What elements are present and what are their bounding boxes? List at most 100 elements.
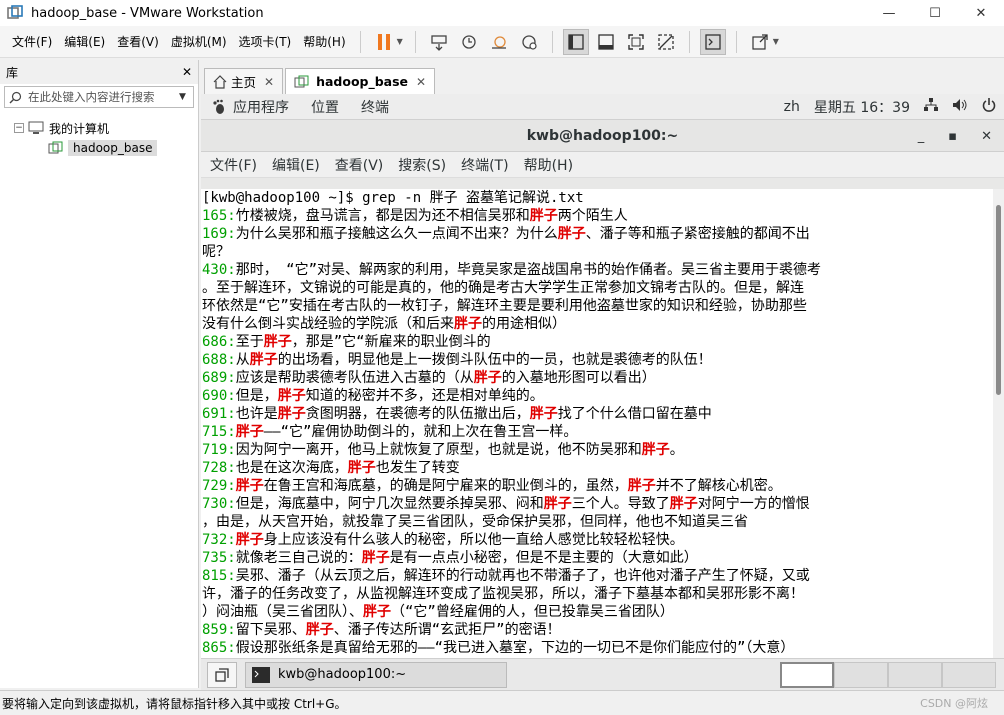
snapshot-icon[interactable] <box>456 29 482 55</box>
snapshot-manager-icon[interactable] <box>516 29 542 55</box>
match-highlight: 胖子 <box>543 496 572 512</box>
workspace-2[interactable] <box>834 661 888 688</box>
close-window-button[interactable]: ✕ <box>958 0 1004 26</box>
line-text: （“它”曾经雇佣的人，但已投靠吴三省团队） <box>391 604 674 620</box>
show-desktop-icon[interactable] <box>207 661 237 688</box>
workspace-1[interactable] <box>780 661 834 688</box>
term-menu-terminal[interactable]: 终端(T) <box>461 155 508 175</box>
menu-tabs[interactable]: 选项卡(T) <box>233 26 298 58</box>
match-highlight: 胖子 <box>627 478 656 494</box>
menu-vm[interactable]: 虚拟机(M) <box>165 26 233 58</box>
places-menu[interactable]: 位置 <box>311 97 339 117</box>
menu-file[interactable]: 文件(F) <box>6 26 58 58</box>
terminal-maximize-button[interactable]: ▪ <box>948 129 957 144</box>
terminal-title: kwb@hadoop100:~ <box>526 127 679 144</box>
terminal-scrollbar[interactable] <box>993 189 1004 659</box>
line-text: ）闷油瓶（吴三省团队）、 <box>202 604 363 620</box>
term-menu-search[interactable]: 搜索(S) <box>398 155 446 175</box>
line-number: 715: <box>202 424 236 440</box>
line-text: 三个人。导致了 <box>571 496 670 512</box>
taskbar-terminal-item[interactable]: kwb@hadoop100:~ <box>245 661 507 688</box>
line-text: 但是， <box>235 388 278 404</box>
tab-hadoop-base[interactable]: hadoop_base ✕ <box>285 68 436 94</box>
input-method[interactable]: zh <box>784 99 800 115</box>
chevron-down-icon[interactable]: ▼ <box>397 37 403 46</box>
workspace-4[interactable] <box>942 661 996 688</box>
terminal-line: 691:也许是胖子贪图明器，在裘德考的队伍撤出后，胖子找了个什么借口留在墓中 <box>202 405 993 423</box>
menu-view[interactable]: 查看(V) <box>111 26 165 58</box>
terminal-line: 169:为什么吴邪和瓶子接触这么久一点闻不出来？为什么胖子、潘子等和瓶子紧密接触… <box>202 225 993 243</box>
line-text: 的出场看，明显他是上一拨倒斗队伍中的一员，也就是裘德考的队伍！ <box>277 352 712 368</box>
term-menu-help[interactable]: 帮助(H) <box>524 155 573 175</box>
line-text: ，由是，从天宫开始，就投靠了吴三省团队，受命保护吴邪，但同样，他也不知道吴三省 <box>202 514 748 530</box>
thumbnail-view-icon[interactable] <box>593 29 619 55</box>
send-keys-icon[interactable] <box>426 29 452 55</box>
terminal-close-button[interactable]: ✕ <box>981 129 992 144</box>
scrollbar-thumb[interactable] <box>996 205 1001 395</box>
term-menu-file[interactable]: 文件(F) <box>210 155 257 175</box>
power-icon[interactable] <box>982 97 996 116</box>
workspace-3[interactable] <box>888 661 942 688</box>
maximize-button[interactable]: ☐ <box>912 0 958 26</box>
terminal-output[interactable]: [kwb@hadoop100 ~]$ grep -n 胖子 盗墓笔记解说.txt… <box>201 189 993 659</box>
terminal-titlebar: kwb@hadoop100:~ _ ▪ ✕ <box>201 120 1004 152</box>
close-tab-icon[interactable]: ✕ <box>264 75 274 89</box>
home-icon <box>213 74 227 89</box>
terminal-line: 859:留下吴邪、胖子、潘子传达所谓“玄武拒尸”的密语！ <box>202 621 993 639</box>
chevron-down-icon[interactable]: ▼ <box>773 37 779 46</box>
line-text: 。 <box>669 442 684 458</box>
line-text: 也许是 <box>235 406 278 422</box>
clock[interactable]: 星期五 16：39 <box>814 97 910 117</box>
library-search-input[interactable]: 在此处键入内容进行搜索 ▼ <box>4 86 194 108</box>
menu-edit[interactable]: 编辑(E) <box>58 26 111 58</box>
collapse-icon[interactable]: − <box>14 123 24 133</box>
terminal-line: 690:但是，胖子知道的秘密并不多，还是相对单纯的。 <box>202 387 993 405</box>
line-text: 许，潘子的任务改变了，从监视解连环变成了监视吴邪，所以，潘子下墓基本都和吴邪形影… <box>202 586 804 602</box>
terminal-menubar: 文件(F) 编辑(E) 查看(V) 搜索(S) 终端(T) 帮助(H) <box>201 152 1004 178</box>
chevron-down-icon[interactable]: ▼ <box>179 92 193 102</box>
match-highlight: 胖子 <box>529 208 558 224</box>
pause-icon[interactable] <box>371 29 397 55</box>
line-number: 730: <box>202 496 236 512</box>
applications-menu[interactable]: 应用程序 <box>233 97 289 117</box>
terminal-line: 686:至于胖子，那是”它“新雇来的职业倒斗的 <box>202 333 993 351</box>
term-menu-edit[interactable]: 编辑(E) <box>272 155 320 175</box>
revert-snapshot-icon[interactable] <box>486 29 512 55</box>
terminal-minimize-button[interactable]: _ <box>918 129 925 144</box>
line-text: 、潘子等和瓶子紧密接触的都闻不出 <box>585 226 810 242</box>
status-hint: 要将输入定向到该虚拟机，请将鼠标指针移入其中或按 Ctrl+G。 <box>2 696 347 711</box>
line-text: 但是，海底墓中，阿宁几次显然要杀掉吴邪、闷和 <box>235 496 544 512</box>
line-text: 至于 <box>235 334 264 350</box>
terminal-line: 165:竹楼被烧，盘马谎言，都是因为还不相信吴邪和胖子两个陌生人 <box>202 207 993 225</box>
match-highlight: 胖子 <box>473 370 502 386</box>
line-number: 430: <box>202 262 236 278</box>
unity-icon[interactable] <box>653 29 679 55</box>
fullscreen-icon[interactable] <box>623 29 649 55</box>
tree-item-my-computer[interactable]: − 我的计算机 <box>0 118 198 138</box>
volume-icon[interactable] <box>952 98 968 116</box>
line-text: 环依然是“它”安插在考古队的一枚钉子，解连环主要是要利用他盗墓世家的知识和经验，… <box>202 298 807 314</box>
terminal-menu[interactable]: 终端 <box>361 97 389 117</box>
line-text: 从 <box>235 352 250 368</box>
line-number: 690: <box>202 388 236 404</box>
line-text: 知道的秘密并不多，还是相对单纯的。 <box>305 388 544 404</box>
console-view-icon[interactable] <box>699 28 726 55</box>
term-menu-view[interactable]: 查看(V) <box>335 155 384 175</box>
tab-home[interactable]: 主页 ✕ <box>204 68 284 94</box>
tree-item-hadoop-base[interactable]: hadoop_base <box>0 138 198 158</box>
library-view-icon[interactable] <box>562 28 589 55</box>
line-text: 假设那张纸条是真留给无邪的——“我已进入墓室，下边的一切已不是你们能应付的”（大… <box>235 640 795 656</box>
minimize-button[interactable]: — <box>866 0 912 26</box>
terminal-line: 865:假设那张纸条是真留给无邪的——“我已进入墓室，下边的一切已不是你们能应付… <box>202 639 993 657</box>
menu-help[interactable]: 帮助(H) <box>297 26 351 58</box>
network-icon[interactable] <box>924 97 938 116</box>
close-library-icon[interactable]: ✕ <box>182 65 192 79</box>
stretch-icon[interactable] <box>747 29 773 55</box>
close-tab-icon[interactable]: ✕ <box>416 75 426 89</box>
terminal-line: 730:但是，海底墓中，阿宁几次显然要杀掉吴邪、闷和胖子三个人。导致了胖子对阿宁… <box>202 495 993 513</box>
line-text: 的入墓地形图可以看出） <box>501 370 656 386</box>
line-number: 728: <box>202 460 236 476</box>
guest-display[interactable]: 应用程序 位置 终端 zh 星期五 16：39 kwb@hadoop100:~ … <box>201 94 1004 659</box>
line-text: ——“它”雇佣协助倒斗的，就和上次在鲁王宫一样。 <box>263 424 578 440</box>
match-highlight: 胖子 <box>363 604 391 620</box>
